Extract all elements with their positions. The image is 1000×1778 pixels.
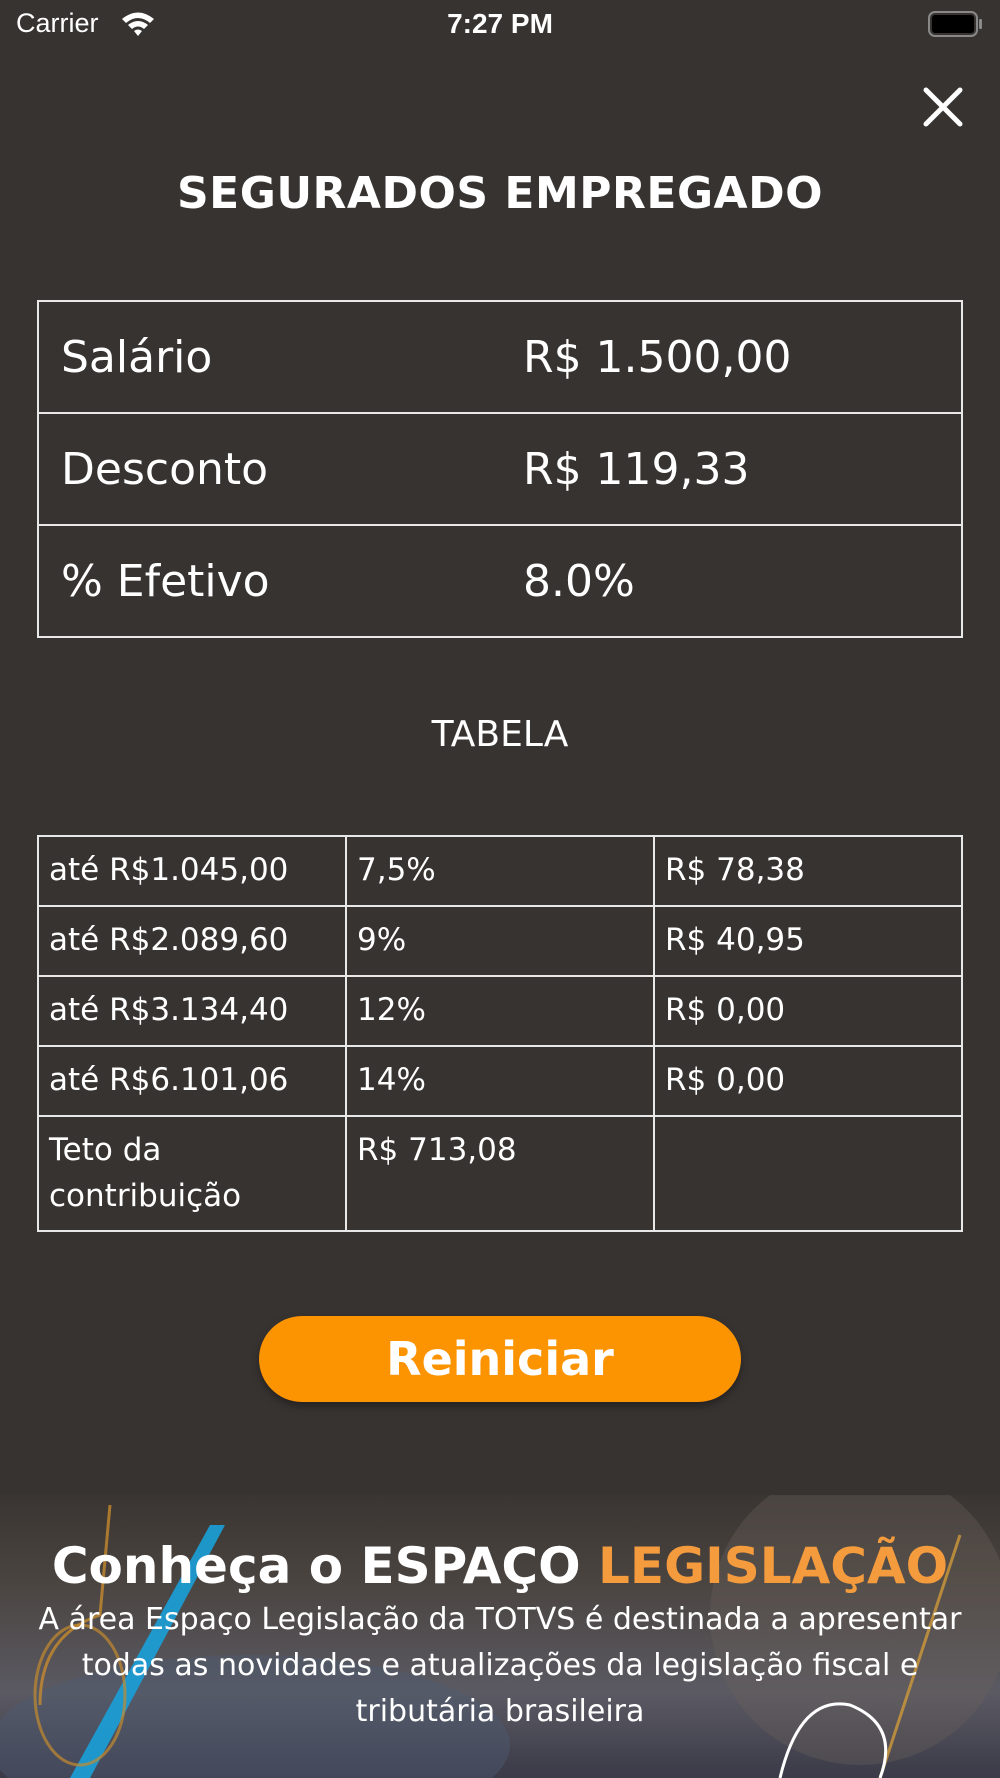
range-cell: até R$3.134,40: [37, 975, 347, 1047]
clock: 7:27 PM: [447, 8, 553, 39]
summary-label: Desconto: [37, 412, 501, 526]
status-bar: Carrier 7:27 PM: [0, 0, 1000, 50]
reset-button[interactable]: Reiniciar: [259, 1316, 741, 1402]
table-row-ceiling: Teto da contribuição R$ 713,08: [37, 1115, 963, 1232]
table-row: até R$3.134,40 12% R$ 0,00: [37, 975, 963, 1047]
range-cell: até R$2.089,60: [37, 905, 347, 977]
ceiling-label: Teto da contribuição: [37, 1115, 347, 1232]
close-icon[interactable]: [916, 80, 970, 134]
rate-cell: 7,5%: [345, 835, 655, 907]
table-row: até R$1.045,00 7,5% R$ 78,38: [37, 835, 963, 907]
table-section-title: TABELA: [431, 714, 569, 755]
promo-title-accent: LEGISLAÇÃO: [598, 1537, 949, 1595]
summary-row-effective: % Efetivo 8.0%: [37, 524, 963, 638]
summary-row-discount: Desconto R$ 119,33: [37, 412, 963, 526]
summary-value: R$ 1.500,00: [501, 300, 963, 414]
summary-value: 8.0%: [501, 524, 963, 638]
promo-title-prefix: Conheça o ESPAÇO: [51, 1537, 581, 1595]
range-cell: até R$6.101,06: [37, 1045, 347, 1117]
amount-cell: R$ 40,95: [653, 905, 963, 977]
rate-cell: 12%: [345, 975, 655, 1047]
summary-table: Salário R$ 1.500,00 Desconto R$ 119,33 %…: [37, 300, 963, 638]
promo-title: Conheça o ESPAÇO LEGISLAÇÃO: [0, 1537, 1000, 1595]
promo-banner[interactable]: Conheça o ESPAÇO LEGISLAÇÃO A área Espaç…: [0, 1495, 1000, 1778]
amount-cell: R$ 78,38: [653, 835, 963, 907]
table-row: até R$6.101,06 14% R$ 0,00: [37, 1045, 963, 1117]
summary-value: R$ 119,33: [501, 412, 963, 526]
range-cell: até R$1.045,00: [37, 835, 347, 907]
table-row: até R$2.089,60 9% R$ 40,95: [37, 905, 963, 977]
page-title: SEGURADOS EMPREGADO: [176, 168, 824, 219]
rate-cell: 14%: [345, 1045, 655, 1117]
ceiling-empty-cell: [653, 1115, 963, 1232]
summary-label: % Efetivo: [37, 524, 501, 638]
promo-description: A área Espaço Legislação da TOTVS é dest…: [38, 1602, 962, 1729]
battery-icon: [928, 11, 982, 37]
amount-cell: R$ 0,00: [653, 1045, 963, 1117]
summary-row-salary: Salário R$ 1.500,00: [37, 300, 963, 414]
amount-cell: R$ 0,00: [653, 975, 963, 1047]
ceiling-value: R$ 713,08: [345, 1115, 655, 1232]
rate-cell: 9%: [345, 905, 655, 977]
rates-table: até R$1.045,00 7,5% R$ 78,38 até R$2.089…: [37, 835, 963, 1232]
summary-label: Salário: [37, 300, 501, 414]
